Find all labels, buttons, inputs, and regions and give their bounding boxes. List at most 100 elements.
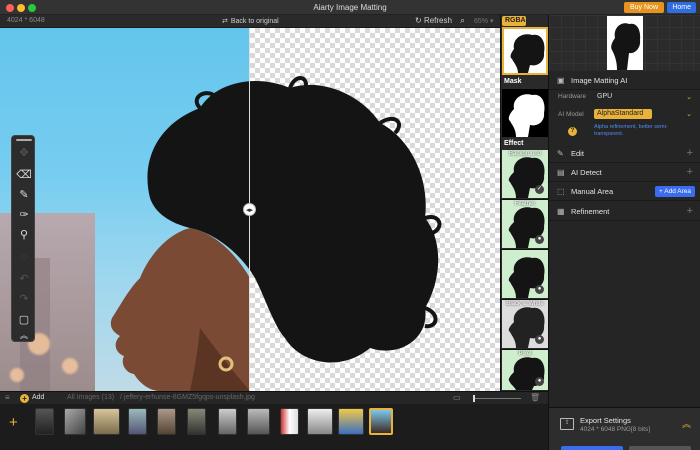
refresh-label: Refresh bbox=[423, 16, 452, 25]
add-area-label: Add Area bbox=[664, 188, 691, 195]
film-thumb[interactable] bbox=[157, 408, 176, 435]
brush-tool-icon[interactable]: ✎ bbox=[16, 187, 32, 203]
image-icon: ▭ bbox=[453, 393, 461, 402]
lasso-tool-icon[interactable]: ◌ bbox=[16, 249, 32, 265]
settings-icon: ● bbox=[535, 335, 544, 344]
chevron-down-icon[interactable]: ⌄ bbox=[686, 93, 692, 101]
chevron-down-icon[interactable]: ⌄ bbox=[686, 110, 692, 118]
expand-plus-icon[interactable]: + bbox=[687, 166, 693, 178]
ai-detect-label: AI Detect bbox=[571, 168, 602, 177]
refinement-icon: ▦ bbox=[557, 207, 565, 216]
effect-label-feather: Feather bbox=[514, 201, 536, 207]
effect-thumb-black-white[interactable]: Black & White ● bbox=[502, 300, 548, 348]
ai-icon: ▣ bbox=[557, 76, 565, 85]
compare-icon: ⇄ bbox=[222, 18, 228, 25]
export-button[interactable] bbox=[561, 446, 623, 450]
add-button[interactable]: Add bbox=[32, 394, 44, 401]
ai-detect-row[interactable]: ▤ AI Detect + bbox=[549, 164, 700, 182]
image-matting-ai-header: ▣ Image Matting AI bbox=[549, 72, 700, 90]
result-preview-thumb[interactable] bbox=[607, 16, 643, 70]
film-thumb[interactable] bbox=[338, 408, 364, 435]
film-thumb[interactable] bbox=[35, 408, 54, 435]
manual-area-icon: ⬚ bbox=[557, 187, 565, 196]
chevron-up-icon[interactable]: ︽ bbox=[682, 417, 691, 430]
all-images-count[interactable]: All Images (13) bbox=[67, 394, 114, 401]
edit-row[interactable]: ✎ Edit + bbox=[549, 145, 700, 163]
trash-icon[interactable]: 🗑 bbox=[530, 393, 540, 402]
move-tool-icon[interactable]: ✥ bbox=[16, 145, 32, 161]
film-thumb-selected[interactable] bbox=[369, 408, 393, 435]
export-settings[interactable]: ⇪ Export Settings 4024 * 6048 PNG[8 bits… bbox=[549, 407, 700, 450]
export-all-button[interactable] bbox=[629, 446, 691, 450]
hardware-select[interactable]: GPU bbox=[594, 92, 694, 102]
refresh-icon: ↻ bbox=[415, 16, 422, 25]
redo-icon[interactable]: ↷ bbox=[16, 291, 32, 307]
info-icon[interactable]: ? bbox=[568, 127, 577, 136]
add-area-button[interactable]: + Add Area bbox=[655, 186, 695, 197]
film-thumb[interactable] bbox=[128, 408, 147, 435]
settings-icon: ● bbox=[535, 285, 544, 294]
palette-drag-handle[interactable] bbox=[16, 139, 32, 141]
effect-thumb-pixel[interactable]: Pixel ● bbox=[502, 350, 548, 390]
film-thumb[interactable] bbox=[218, 408, 237, 435]
hardware-value: GPU bbox=[597, 93, 613, 100]
ai-model-hint: Alpha refinement, better semi-transparen… bbox=[594, 124, 668, 137]
export-icon: ⇪ bbox=[560, 418, 574, 430]
canvas-toolbar: 4024 * 6048 ⇄ Back to original ↻ Refresh … bbox=[0, 15, 500, 28]
compare-split-handle[interactable]: ◂▸ bbox=[243, 203, 256, 216]
current-file-path: / jeffery-erhunse-8GMZ5fgqps-unsplash.jp… bbox=[120, 394, 255, 401]
add-image-icon[interactable]: + bbox=[9, 414, 18, 431]
zoom-dropdown[interactable]: 65% ▾ bbox=[474, 17, 493, 25]
settings-icon: ● bbox=[535, 235, 544, 244]
thumbnail-size-slider[interactable] bbox=[473, 398, 521, 399]
refresh-button[interactable]: ↻ Refresh bbox=[415, 16, 452, 25]
expand-plus-icon[interactable]: + bbox=[687, 205, 693, 217]
rgba-silhouette bbox=[510, 34, 545, 73]
ai-model-label: AI Model bbox=[558, 111, 584, 118]
fill-tool-icon[interactable]: ⚲ bbox=[16, 227, 32, 243]
ai-detect-icon: ▤ bbox=[557, 168, 565, 177]
add-plus-icon[interactable]: + bbox=[20, 394, 29, 403]
manual-area-row[interactable]: ⬚ Manual Area + Add Area bbox=[549, 183, 700, 201]
film-thumb[interactable] bbox=[307, 408, 333, 435]
effect-thumb-feather[interactable]: Feather ● bbox=[502, 200, 548, 248]
hardware-label: Hardware bbox=[558, 93, 587, 100]
preview-strip: RGBA Mask Effect Background ✓ Feather ● … bbox=[500, 15, 549, 391]
film-thumb[interactable] bbox=[280, 408, 299, 435]
undo-icon[interactable]: ↶ bbox=[16, 271, 32, 287]
image-filmstrip: + bbox=[0, 404, 548, 450]
eraser-tool-icon[interactable]: ⌫ bbox=[16, 167, 32, 183]
film-thumb[interactable] bbox=[247, 408, 270, 435]
search-icon[interactable]: ⌕ bbox=[460, 15, 465, 26]
mask-silhouette bbox=[508, 94, 545, 137]
back-to-original-label: Back to original bbox=[230, 18, 279, 25]
rgba-preview-thumb[interactable] bbox=[502, 27, 548, 75]
title-bar: Aiarty Image Matting Buy Now Home bbox=[0, 0, 700, 15]
fit-view-icon[interactable]: ▢ bbox=[16, 312, 32, 328]
paint-tool-icon[interactable]: ✑ bbox=[16, 207, 32, 223]
film-thumb[interactable] bbox=[64, 408, 86, 435]
slider-knob[interactable] bbox=[473, 395, 475, 402]
effect-thumb-3[interactable]: ● bbox=[502, 250, 548, 298]
effect-label-black-white: Black & White bbox=[506, 301, 544, 307]
film-thumb[interactable] bbox=[187, 408, 206, 435]
export-settings-title: Export Settings bbox=[580, 416, 631, 425]
buy-now-button[interactable]: Buy Now bbox=[623, 2, 664, 13]
chevron-down-icon: ▾ bbox=[489, 18, 494, 25]
collapse-palette-icon[interactable]: ︽ bbox=[16, 328, 32, 344]
tool-palette: ✥ ⌫ ✎ ✑ ⚲ ◌ ↶ ↷ ▢ ︽ bbox=[11, 135, 35, 342]
preview-silhouette bbox=[611, 23, 641, 70]
app-title: Aiarty Image Matting bbox=[313, 3, 387, 12]
back-to-original-button[interactable]: ⇄ Back to original bbox=[222, 17, 279, 25]
image-canvas[interactable]: ◂▸ ✥ ⌫ ✎ ✑ ⚲ ◌ ↶ ↷ ▢ ︽ bbox=[0, 28, 500, 391]
settings-icon: ● bbox=[535, 377, 544, 386]
mask-preview-thumb[interactable] bbox=[502, 89, 548, 137]
checkmark-icon: ✓ bbox=[535, 185, 544, 194]
menu-icon[interactable]: ≡ bbox=[5, 393, 10, 402]
effect-thumb-background[interactable]: Background ✓ bbox=[502, 150, 548, 198]
expand-plus-icon[interactable]: + bbox=[687, 147, 693, 159]
refinement-row[interactable]: ▦ Refinement + bbox=[549, 203, 700, 221]
home-button[interactable]: Home bbox=[667, 2, 696, 13]
ai-model-select[interactable]: AlphaStandard V2 bbox=[594, 109, 652, 127]
film-thumb[interactable] bbox=[93, 408, 120, 435]
